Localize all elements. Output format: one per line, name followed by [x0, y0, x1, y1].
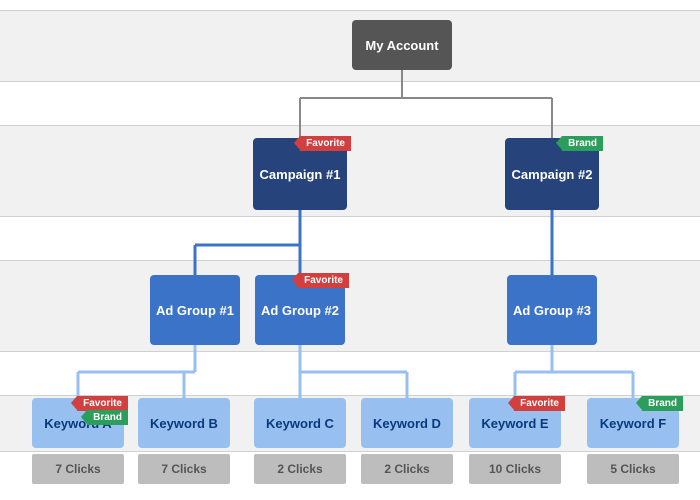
node-keyword-a: Favorite Brand Keyword A: [32, 398, 124, 448]
brand-ribbon: Brand: [87, 410, 128, 425]
favorite-ribbon: Favorite: [77, 396, 128, 411]
clicks-value: 2 Clicks: [277, 462, 322, 476]
keyword-label: Keyword E: [481, 416, 548, 431]
node-keyword-e: Favorite Keyword E: [469, 398, 561, 448]
clicks-value: 7 Clicks: [55, 462, 100, 476]
node-keyword-b: Keyword B: [138, 398, 230, 448]
clicks-box: 10 Clicks: [469, 454, 561, 484]
clicks-box: 2 Clicks: [361, 454, 453, 484]
clicks-box: 5 Clicks: [587, 454, 679, 484]
keyword-label: Keyword B: [150, 416, 218, 431]
keyword-label: Keyword C: [266, 416, 334, 431]
level-band-account: [0, 10, 700, 82]
favorite-ribbon: Favorite: [514, 396, 565, 411]
favorite-ribbon: Favorite: [300, 136, 351, 151]
brand-ribbon: Brand: [562, 136, 603, 151]
clicks-value: 7 Clicks: [161, 462, 206, 476]
node-adgroup-3: Ad Group #3: [507, 275, 597, 345]
clicks-box: 2 Clicks: [254, 454, 346, 484]
adgroup-label: Ad Group #3: [513, 303, 591, 318]
node-campaign-2: Brand Campaign #2: [505, 138, 599, 210]
node-adgroup-1: Ad Group #1: [150, 275, 240, 345]
keyword-label: Keyword F: [600, 416, 666, 431]
campaign-label: Campaign #1: [260, 167, 341, 182]
node-keyword-c: Keyword C: [254, 398, 346, 448]
adgroup-label: Ad Group #1: [156, 303, 234, 318]
brand-ribbon: Brand: [642, 396, 683, 411]
adgroup-label: Ad Group #2: [261, 303, 339, 318]
account-hierarchy-diagram: My Account Favorite Campaign #1 Brand Ca…: [0, 0, 700, 500]
campaign-label: Campaign #2: [512, 167, 593, 182]
clicks-value: 10 Clicks: [489, 462, 541, 476]
node-account: My Account: [352, 20, 452, 70]
node-adgroup-2: Favorite Ad Group #2: [255, 275, 345, 345]
clicks-value: 2 Clicks: [384, 462, 429, 476]
account-label: My Account: [365, 38, 438, 53]
node-keyword-d: Keyword D: [361, 398, 453, 448]
node-keyword-f: Brand Keyword F: [587, 398, 679, 448]
favorite-ribbon: Favorite: [298, 273, 349, 288]
clicks-box: 7 Clicks: [138, 454, 230, 484]
clicks-box: 7 Clicks: [32, 454, 124, 484]
node-campaign-1: Favorite Campaign #1: [253, 138, 347, 210]
clicks-value: 5 Clicks: [610, 462, 655, 476]
keyword-label: Keyword D: [373, 416, 441, 431]
